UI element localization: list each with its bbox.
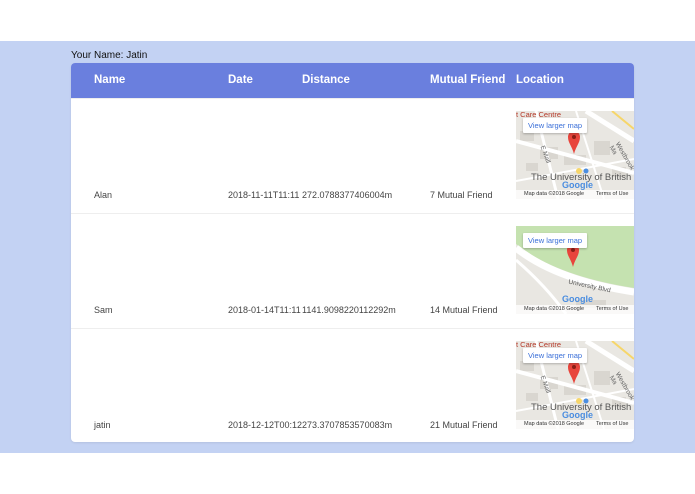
friend-date: 2018-11-11T11:11: [228, 190, 300, 200]
map-attribution: Map data ©2018 Google Terms of Use: [516, 305, 634, 314]
terms-of-use-link[interactable]: Terms of Use: [596, 421, 628, 427]
user-name-label: Your Name: Jatin: [71, 50, 148, 61]
table-row: Sam 2018-01-14T11:11 1141.9098220112292m…: [71, 213, 634, 328]
column-header-distance: Distance: [302, 74, 350, 86]
terms-of-use-link[interactable]: Terms of Use: [596, 191, 628, 197]
map-pin-icon: [568, 361, 580, 384]
friend-mutual-count: 7 Mutual Friend: [430, 190, 493, 200]
column-header-mutual-friend: Mutual Friend: [430, 74, 506, 86]
map-attribution: Map data ©2018 Google Terms of Use: [516, 190, 634, 199]
view-larger-map-link[interactable]: View larger map: [523, 118, 588, 133]
column-header-date: Date: [228, 74, 253, 86]
friend-date: 2018-01-14T11:11: [228, 305, 301, 315]
location-map[interactable]: View larger map University Blvd Google M…: [516, 226, 634, 314]
friend-distance: 1141.9098220112292m: [302, 305, 396, 315]
friends-table: Name Date Distance Mutual Friend Locatio…: [71, 63, 634, 442]
location-map[interactable]: t Care Centre E Mall Westbrook Ma View l…: [516, 111, 634, 199]
map-pin-icon: [568, 131, 580, 154]
view-larger-map-link[interactable]: View larger map: [523, 348, 588, 363]
friend-name: Sam: [94, 305, 113, 315]
google-logo: Google: [562, 410, 593, 420]
friend-date: 2018-12-12T00:12: [228, 420, 303, 430]
friend-name: jatin: [94, 420, 111, 430]
location-map[interactable]: t Care Centre E Mall Westbrook Ma View l…: [516, 341, 634, 429]
friend-name: Alan: [94, 190, 113, 200]
google-logo: Google: [562, 294, 593, 304]
map-attribution: Map data ©2018 Google Terms of Use: [516, 420, 634, 429]
column-header-location: Location: [516, 74, 564, 86]
view-larger-map-link[interactable]: View larger map: [523, 233, 588, 248]
map-data-text: Map data ©2018 Google: [524, 191, 585, 197]
terms-of-use-link[interactable]: Terms of Use: [596, 306, 628, 312]
friend-mutual-count: 21 Mutual Friend: [430, 420, 498, 430]
column-header-name: Name: [94, 74, 126, 86]
map-data-text: Map data ©2018 Google: [524, 421, 585, 427]
table-header: Name Date Distance Mutual Friend Locatio…: [71, 63, 634, 98]
table-row: jatin 2018-12-12T00:12 273.3707853570083…: [71, 328, 634, 442]
google-logo: Google: [562, 180, 593, 190]
friend-mutual-count: 14 Mutual Friend: [430, 305, 498, 315]
table-row: Alan 2018-11-11T11:11 272.0788377406004m…: [71, 98, 634, 213]
friend-distance: 273.3707853570083m: [302, 420, 393, 430]
map-data-text: Map data ©2018 Google: [524, 306, 585, 312]
friend-distance: 272.0788377406004m: [302, 190, 393, 200]
